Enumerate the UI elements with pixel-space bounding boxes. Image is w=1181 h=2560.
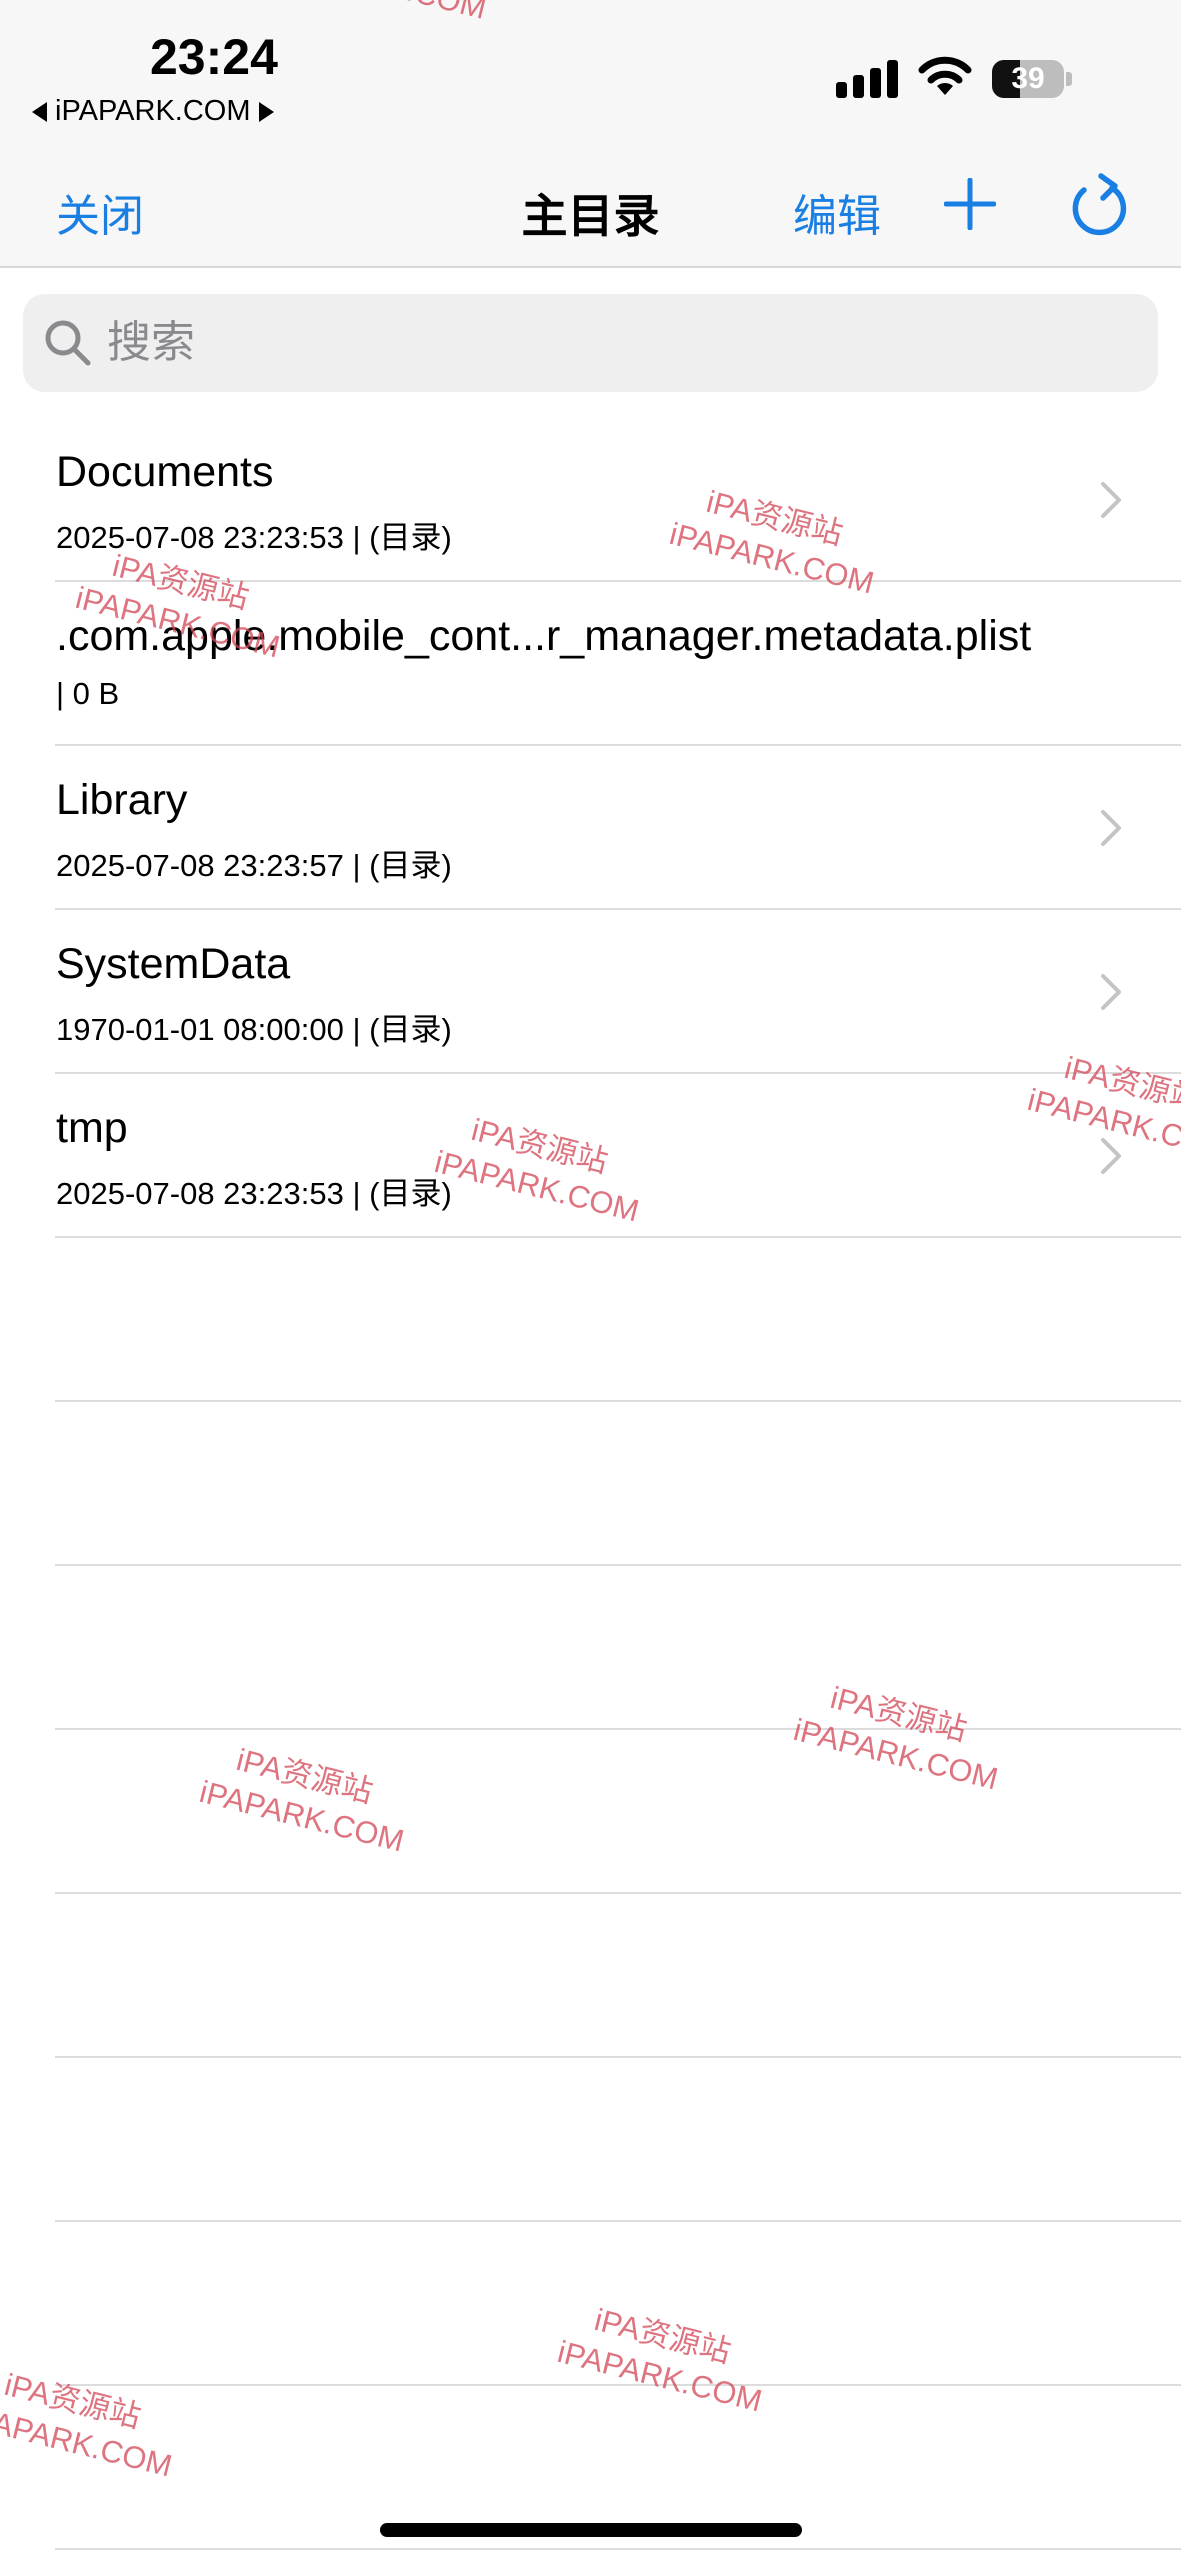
search-input[interactable] [107, 294, 1137, 392]
file-list: Documents 2025-07-08 23:23:53 | (目录) .co… [0, 418, 1181, 2550]
row-separator [55, 2548, 1181, 2550]
empty-row [0, 1566, 1181, 1730]
file-meta: 2025-07-08 23:23:53 | (目录) [56, 520, 452, 555]
forward-triangle-icon [258, 101, 274, 122]
empty-row [0, 1894, 1181, 2058]
status-time: 23:24 [150, 29, 278, 85]
empty-row [0, 1238, 1181, 1402]
file-name: SystemData [56, 940, 291, 988]
chevron-right-icon [1101, 1138, 1121, 1174]
edit-button[interactable]: 编辑 [793, 180, 881, 244]
file-meta: 2025-07-08 23:23:53 | (目录) [56, 1176, 452, 1211]
status-bar: 23:24 iPAPARK.COM 39 [0, 0, 1181, 150]
cellular-signal-icon [836, 60, 898, 98]
chevron-right-icon [1101, 810, 1121, 846]
home-indicator[interactable] [380, 2523, 802, 2537]
empty-row [0, 1402, 1181, 1566]
file-row-library[interactable]: Library 2025-07-08 23:23:57 | (目录) [0, 746, 1181, 910]
search-bar[interactable] [23, 294, 1158, 392]
file-meta: | 0 B [56, 676, 120, 711]
back-to-app-label: iPAPARK.COM [55, 95, 251, 127]
file-row-tmp[interactable]: tmp 2025-07-08 23:23:53 | (目录) [0, 1074, 1181, 1238]
empty-row [0, 2058, 1181, 2222]
navigation-bar: 关闭 主目录 编辑 [0, 150, 1181, 268]
chevron-right-icon [1101, 974, 1121, 1010]
refresh-icon[interactable] [1068, 172, 1130, 238]
page-title: 主目录 [521, 190, 660, 242]
battery-body: 39 [992, 60, 1064, 98]
file-name: Documents [56, 448, 274, 496]
battery-level: 39 [1011, 62, 1045, 95]
file-name: Library [56, 776, 188, 824]
battery-cap [1066, 72, 1072, 86]
back-triangle-icon [32, 101, 47, 122]
chevron-right-icon [1101, 482, 1121, 518]
file-name: .com.apple.mobile_cont...r_manager.metad… [56, 612, 1032, 660]
wifi-icon [918, 56, 972, 95]
file-name: tmp [56, 1104, 128, 1152]
file-meta: 1970-01-01 08:00:00 | (目录) [56, 1012, 452, 1047]
plus-icon[interactable] [944, 178, 996, 230]
search-icon [45, 320, 91, 366]
file-meta: 2025-07-08 23:23:57 | (目录) [56, 848, 452, 883]
back-to-app-link[interactable]: iPAPARK.COM [32, 95, 274, 128]
battery-indicator: 39 [992, 60, 1072, 98]
empty-row [0, 2222, 1181, 2386]
file-row-systemdata[interactable]: SystemData 1970-01-01 08:00:00 | (目录) [0, 910, 1181, 1074]
empty-row [0, 1730, 1181, 1894]
file-row-documents[interactable]: Documents 2025-07-08 23:23:53 | (目录) [0, 418, 1181, 582]
file-row-metadata-plist[interactable]: .com.apple.mobile_cont...r_manager.metad… [0, 582, 1181, 746]
